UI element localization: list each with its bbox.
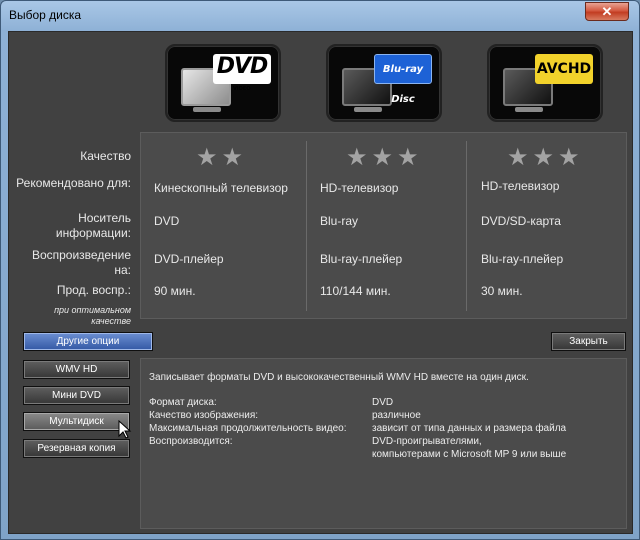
bluray-logo-icon: Blu-ray Disc	[374, 54, 432, 105]
star-icon: ★	[507, 144, 529, 171]
info-value-max-duration: зависит от типа данных и размера файла	[372, 423, 567, 434]
close-window-button[interactable]: ✕	[585, 2, 629, 21]
info-label-format: Формат диска:	[149, 397, 217, 408]
avchd-playback: Blu-ray-плейер	[481, 252, 564, 266]
row-label-media: Носитель информации:	[55, 211, 131, 240]
avchd-logo-icon: AVCHD	[535, 54, 593, 84]
bluray-playback: Blu-ray-плейер	[320, 252, 403, 266]
backup-copy-button[interactable]: Резервная копия	[23, 439, 130, 458]
window-title: Выбор диска	[9, 8, 82, 22]
format-info-panel: Записывает форматы DVD и высококачествен…	[140, 358, 627, 529]
bluray-duration: 110/144 мин.	[320, 284, 391, 298]
star-icon: ★	[371, 144, 394, 171]
info-value-quality: различное	[372, 410, 421, 421]
star-icon: ★	[196, 144, 218, 171]
star-icon: ★	[532, 144, 555, 171]
column-divider	[466, 141, 467, 311]
avchd-duration: 30 мин.	[481, 284, 523, 298]
info-value-playback-2: компьютерами с Microsoft MP 9 или выше	[372, 449, 567, 460]
info-value-format: DVD	[372, 397, 394, 408]
dialog-content: DVD VIDEO Blu-ray Disc AVCHD Качество Ре…	[8, 31, 633, 534]
row-label-duration-note: при оптимальном качестве	[54, 305, 131, 326]
mini-dvd-button[interactable]: Мини DVD	[23, 386, 130, 405]
dvd-logo-subtext: VIDEO	[233, 86, 251, 92]
avchd-recommended: HD-телевизор	[481, 179, 560, 193]
tv-stand-icon	[193, 107, 221, 112]
info-label-quality: Качество изображения:	[149, 410, 259, 421]
dvd-duration: 90 мин.	[154, 284, 196, 298]
tv-stand-icon	[515, 107, 543, 112]
row-label-duration: Прод. воспр.:	[56, 283, 131, 297]
disc-selection-window: Выбор диска ✕ DVD VIDEO Blu-ray Disc AVC…	[0, 0, 640, 540]
bluray-media: Blu-ray	[320, 214, 359, 228]
info-label-max-duration: Максимальная продолжительность видео:	[149, 423, 347, 434]
info-value-playback: DVD-проигрывателями,	[372, 436, 482, 447]
other-options-button[interactable]: Другие опции	[23, 332, 153, 351]
column-divider	[306, 141, 307, 311]
star-icon: ★	[397, 144, 419, 171]
row-label-recommended: Рекомендовано для:	[16, 176, 131, 190]
multidisc-button[interactable]: Мультидиск	[23, 412, 130, 431]
wmv-hd-button[interactable]: WMV HD	[23, 360, 130, 379]
title-bar[interactable]: Выбор диска ✕	[1, 1, 639, 31]
avchd-logo-text: AVCHD	[536, 61, 592, 77]
star-icon: ★	[221, 144, 244, 171]
tv-stand-icon	[354, 107, 382, 112]
format-avchd-tile[interactable]: AVCHD	[487, 44, 603, 122]
row-label-playback: Воспроизведение на:	[31, 248, 131, 277]
star-icon: ★	[346, 144, 368, 171]
dvd-logo-icon: DVD VIDEO	[213, 54, 271, 92]
close-button[interactable]: Закрыть	[551, 332, 626, 351]
quality-stars-dvd: ★ ★	[196, 146, 243, 170]
info-label-playback: Воспроизводится:	[149, 436, 233, 447]
quality-stars-avchd: ★ ★ ★	[507, 146, 580, 170]
info-description: Записывает форматы DVD и высококачествен…	[149, 372, 529, 383]
dvd-playback: DVD-плейер	[154, 252, 224, 266]
dvd-media: DVD	[154, 214, 180, 228]
avchd-media: DVD/SD-карта	[481, 214, 561, 228]
row-label-quality: Качество	[80, 149, 131, 163]
bluray-recommended: HD-телевизор	[320, 181, 399, 195]
quality-stars-bluray: ★ ★ ★	[346, 146, 419, 170]
dvd-recommended: Кинескопный телевизор	[154, 181, 288, 195]
format-bluray-tile[interactable]: Blu-ray Disc	[326, 44, 442, 122]
mouse-pointer-icon	[118, 420, 132, 439]
format-dvd-tile[interactable]: DVD VIDEO	[165, 44, 281, 122]
star-icon: ★	[558, 144, 580, 171]
